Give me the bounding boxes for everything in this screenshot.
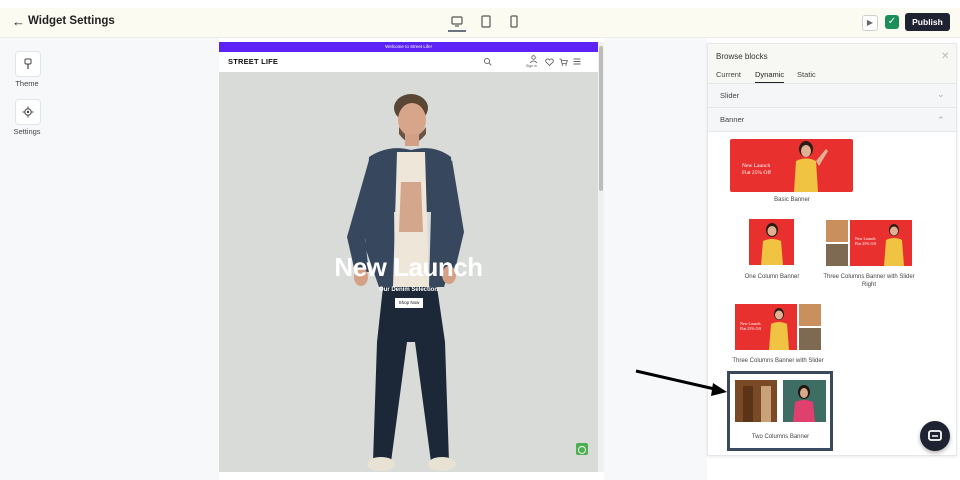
gear-icon [22,106,34,118]
preview-scroll-thumb[interactable] [599,46,603,191]
model-image [794,141,828,192]
model-image [769,308,789,350]
banner-text: New Launch Flat 25% Off [855,236,876,246]
chat-icon [928,430,942,441]
accordion-slider[interactable]: Slider ⌄ [708,84,956,108]
banner-text-line1: New Launch [742,163,771,169]
settings-label: Settings [13,127,41,136]
accordion-banner-label: Banner [720,115,745,124]
desktop-view-button[interactable] [448,14,466,32]
preview-play-button[interactable]: ▶ [862,15,878,31]
panel-header: Browse blocks ✕ Current Dynamic Static [708,44,956,84]
shop-now-button[interactable]: Shop Now [395,298,423,308]
tab-current[interactable]: Current [716,70,741,82]
store-preview: Welcome to Street Life! STREET LIFE Sign… [219,42,598,472]
chevron-down-icon: ⌄ [937,89,945,99]
store-navbar: STREET LIFE Sign in [219,52,598,72]
model-image [783,380,826,422]
theme-button[interactable] [15,51,41,77]
block-label-two-columns-banner: Two Columns Banner [751,434,810,440]
block-label-three-columns-slider: Three Columns Banner with Slider [732,358,824,364]
chevron-up-icon: ⌃ [937,115,945,125]
account-label: Sign in [526,64,537,68]
block-label-three-columns-slider-right: Three Columns Banner with Slider Right [823,274,915,288]
cart-icon[interactable] [559,58,568,66]
tab-static[interactable]: Static [797,70,816,82]
top-bar: ← Widget Settings ▶ ✓ Publish [0,8,960,38]
whatsapp-button[interactable] [576,443,588,455]
desktop-icon [451,16,463,27]
panel-title: Browse blocks [716,52,768,61]
search-icon[interactable] [483,57,492,66]
banner-text-line2: Flat 25% Off [742,170,771,176]
chat-button[interactable] [920,421,950,451]
three-columns-slider-thumbnail[interactable]: New Launch Flat 25% Off [735,304,821,350]
tab-dynamic[interactable]: Dynamic [755,70,785,83]
brush-icon [24,58,32,69]
back-arrow-icon[interactable]: ← [12,14,25,29]
banner-text-line2: Flat 25% Off [740,326,762,331]
promo-bar: Welcome to Street Life! [219,42,598,52]
theme-label: Theme [15,79,39,88]
mobile-icon [510,15,518,28]
basic-banner-thumbnail[interactable]: New Launch Flat 25% Off [730,139,853,192]
close-icon[interactable]: ✕ [941,51,949,62]
canvas-gutter [604,38,707,480]
check-icon: ✓ [887,16,897,27]
whatsapp-icon [578,446,586,454]
one-column-banner-thumbnail[interactable] [749,219,794,265]
column-image-top [826,220,848,242]
model-image [735,380,777,422]
two-columns-right-image[interactable] [783,380,826,422]
save-check-button[interactable]: ✓ [885,15,899,29]
three-columns-slider-right-thumbnail[interactable]: New Launch Flat 25% Off [826,220,912,266]
banner-text: New Launch Flat 25% Off [742,163,771,177]
mobile-view-button[interactable] [505,14,523,32]
accordion-slider-label: Slider [720,91,740,100]
hero-title: New Launch [334,252,483,282]
accordion-banner[interactable]: Banner ⌃ [708,108,956,132]
banner-text: New Launch Flat 25% Off [740,321,761,331]
page-title: Widget Settings [28,15,115,27]
wishlist-heart-icon[interactable] [545,58,554,66]
banner-text-line2: Flat 25% Off [855,241,877,246]
column-image-bottom [826,244,848,266]
model-image [761,223,783,265]
hero-subtitle: Our Denim Selection [378,287,438,293]
slider-image: New Launch Flat 25% Off [850,220,912,266]
tablet-icon [481,15,491,28]
tablet-view-button[interactable] [477,14,495,32]
slider-image: New Launch Flat 25% Off [735,304,797,350]
column-image-bottom [799,328,821,350]
column-image-top [799,304,821,326]
model-image [884,224,904,266]
store-logo[interactable]: STREET LIFE [228,57,278,66]
play-icon: ▶ [866,18,874,27]
menu-icon[interactable] [573,58,581,65]
block-label-one-column-banner: One Column Banner [744,274,800,280]
block-label-basic-banner: Basic Banner [774,197,810,203]
publish-button[interactable]: Publish [905,13,950,31]
settings-button[interactable] [15,99,41,125]
pointer-arrow-annotation [635,369,727,396]
two-columns-left-image[interactable] [735,380,777,422]
account-icon[interactable] [529,55,538,63]
